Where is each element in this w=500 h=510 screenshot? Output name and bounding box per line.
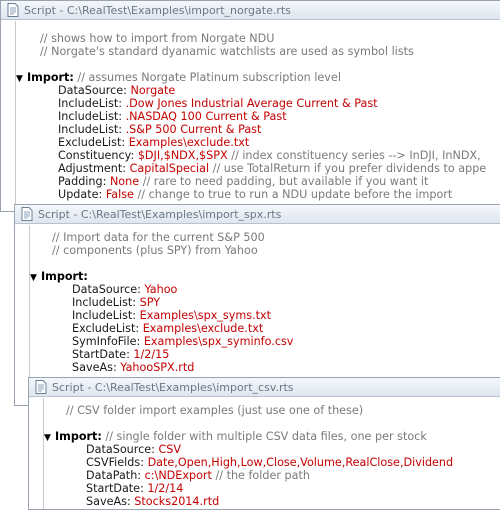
property-key: Update: [58, 188, 103, 201]
property-value: Examples\spx_syms.txt [139, 309, 272, 322]
property-value: Examples\spx_syminfo.csv [143, 335, 294, 348]
property-line[interactable]: ExcludeList: Examples\exclude.txt [16, 136, 500, 149]
property-value: Yahoo [144, 283, 178, 296]
property-key: Constituency: [58, 149, 135, 162]
property-line[interactable]: Update: False // change to true to run a… [16, 188, 500, 201]
property-key: IncludeList: [58, 97, 123, 110]
section-comment: // assumes Norgate Platinum subscription… [77, 71, 341, 84]
property-key: IncludeList: [72, 296, 137, 309]
property-value: 1/2/14 [147, 482, 184, 495]
script-window-csv[interactable]: Script - C:\RealTest\Examples\import_csv… [28, 377, 500, 510]
property-line[interactable]: SaveAs: YahooSPX.rtd [30, 361, 500, 374]
section-comment: // single folder with multiple CSV data … [105, 430, 427, 443]
property-key: IncludeList: [58, 123, 123, 136]
property-value: CapitalSpecial [129, 162, 210, 175]
property-key: ExcludeList: [58, 136, 126, 149]
script-document-icon [21, 207, 33, 221]
comment-line: // components (plus SPY) from Yahoo [52, 244, 258, 257]
script-document-icon [7, 3, 19, 17]
window-titlebar[interactable]: Script - C:\RealTest\Examples\import_nor… [1, 1, 500, 20]
property-value: SPY [139, 296, 161, 309]
property-line[interactable]: IncludeList: SPY [30, 296, 500, 309]
script-window-spx[interactable]: Script - C:\RealTest\Examples\import_spx… [14, 204, 500, 406]
section-keyword: Import: [27, 71, 74, 84]
property-key: SaveAs: [72, 361, 117, 374]
property-value: $DJI,$NDX,$SPX [137, 149, 228, 162]
property-value: CSV [158, 443, 182, 456]
property-key: IncludeList: [72, 309, 137, 322]
property-key: ExcludeList: [72, 322, 140, 335]
collapse-triangle-icon[interactable]: ▼ [30, 272, 41, 285]
property-comment: // rare to need padding, but available i… [142, 175, 429, 188]
property-line[interactable]: DataPath: c:\NDExport // the folder path [44, 469, 500, 482]
property-line[interactable]: StartDate: 1/2/14 [44, 482, 500, 495]
property-line[interactable]: IncludeList: .S&P 500 Current & Past [16, 123, 500, 136]
property-line[interactable]: IncludeList: Examples\spx_syms.txt [30, 309, 500, 322]
property-key: IncludeList: [58, 110, 123, 123]
property-value: Examples\exclude.txt [142, 322, 264, 335]
property-line[interactable]: Padding: None // rare to need padding, b… [16, 175, 500, 188]
property-value: Date,Open,High,Low,Close,Volume,RealClos… [147, 456, 454, 469]
property-key: DataSource: [86, 443, 155, 456]
section-keyword: Import: [41, 270, 88, 283]
comment-line: // CSV folder import examples (just use … [66, 404, 364, 417]
property-value: 1/2/15 [133, 348, 170, 361]
property-line[interactable]: CSVFields: Date,Open,High,Low,Close,Volu… [44, 456, 500, 469]
property-value: Examples\exclude.txt [128, 136, 250, 149]
property-value: Stocks2014.rtd [134, 495, 220, 508]
property-line[interactable]: Adjustment: CapitalSpecial // use TotalR… [16, 162, 500, 175]
property-line[interactable]: DataSource: Norgate [16, 84, 500, 97]
comment-line: // Import data for the current S&P 500 [52, 231, 265, 244]
property-value: False [105, 188, 134, 201]
property-line[interactable]: DataSource: Yahoo [30, 283, 500, 296]
property-value: .Dow Jones Industrial Average Current & … [125, 97, 378, 110]
property-line[interactable]: StartDate: 1/2/15 [30, 348, 500, 361]
property-key: DataPath: [86, 469, 142, 482]
window-title: Script - C:\RealTest\Examples\import_spx… [38, 207, 282, 221]
editor-gutter [29, 398, 44, 509]
property-value: None [109, 175, 140, 188]
property-value: c:\NDExport [144, 469, 212, 482]
script-window-norgate[interactable]: Script - C:\RealTest\Examples\import_nor… [0, 0, 500, 212]
property-line[interactable]: IncludeList: .Dow Jones Industrial Avera… [16, 97, 500, 110]
property-line[interactable]: DataSource: CSV [44, 443, 500, 456]
property-line[interactable]: Constituency: $DJI,$NDX,$SPX // index co… [16, 149, 500, 162]
property-key: SaveAs: [86, 495, 131, 508]
property-comment: // index constituency series --> InDJI, … [231, 149, 481, 162]
collapse-triangle-icon[interactable]: ▼ [44, 432, 55, 445]
property-comment: // change to true to run a NDU update be… [137, 188, 453, 201]
property-line[interactable]: IncludeList: .NASDAQ 100 Current & Past [16, 110, 500, 123]
script-editor[interactable]: // CSV folder import examples (just use … [29, 398, 500, 509]
script-document-icon [35, 380, 47, 394]
section-keyword: Import: [55, 430, 102, 443]
property-key: Padding: [58, 175, 107, 188]
property-comment: // the folder path [215, 469, 310, 482]
property-line[interactable]: SymInfoFile: Examples\spx_syminfo.csv [30, 335, 500, 348]
property-value: Norgate [130, 84, 176, 97]
comment-line: // Norgate's standard dyanamic watchlist… [40, 45, 414, 58]
property-key: StartDate: [86, 482, 144, 495]
property-key: CSVFields: [86, 456, 144, 469]
property-value: .S&P 500 Current & Past [125, 123, 262, 136]
property-key: DataSource: [72, 283, 141, 296]
property-value: YahooSPX.rtd [120, 361, 195, 374]
editor-gutter [1, 21, 16, 211]
comment-line: // shows how to import from Norgate NDU [40, 32, 275, 45]
window-title: Script - C:\RealTest\Examples\import_nor… [24, 3, 291, 17]
property-key: SymInfoFile: [72, 335, 141, 348]
window-title: Script - C:\RealTest\Examples\import_csv… [52, 380, 294, 394]
window-titlebar[interactable]: Script - C:\RealTest\Examples\import_spx… [15, 205, 500, 224]
property-key: DataSource: [58, 84, 127, 97]
property-key: Adjustment: [58, 162, 126, 175]
window-titlebar[interactable]: Script - C:\RealTest\Examples\import_csv… [29, 378, 500, 397]
property-key: StartDate: [72, 348, 130, 361]
property-comment: // use TotalReturn if you prefer dividen… [212, 162, 487, 175]
property-line[interactable]: SaveAs: Stocks2014.rtd [44, 495, 500, 508]
collapse-triangle-icon[interactable]: ▼ [16, 73, 27, 86]
property-line[interactable]: ExcludeList: Examples\exclude.txt [30, 322, 500, 335]
property-value: .NASDAQ 100 Current & Past [125, 110, 287, 123]
script-editor[interactable]: // shows how to import from Norgate NDU … [1, 21, 500, 211]
